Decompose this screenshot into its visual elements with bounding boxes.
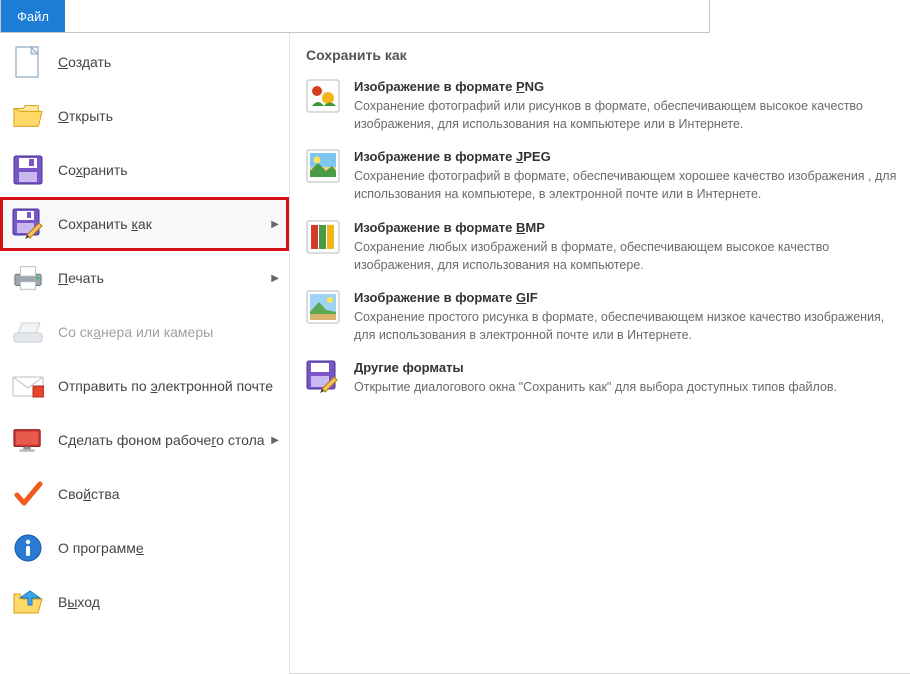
menu-about-label: О программе xyxy=(58,540,279,556)
desktop-wallpaper-icon xyxy=(12,424,44,456)
jpeg-picture-icon xyxy=(306,149,340,183)
menu-save-label: Сохранить xyxy=(58,162,279,178)
menu-new[interactable]: Создать xyxy=(0,35,289,89)
checkmark-icon xyxy=(12,478,44,510)
bmp-picture-icon xyxy=(306,220,340,254)
save-as-other-icon xyxy=(306,360,340,394)
scanner-icon xyxy=(12,316,44,348)
printer-icon xyxy=(12,262,44,294)
open-folder-icon xyxy=(12,100,44,132)
envelope-icon xyxy=(12,370,44,402)
menu-print-label: Печать xyxy=(58,270,265,286)
menu-open[interactable]: Открыть xyxy=(0,89,289,143)
save-as-floppy-pencil-icon xyxy=(12,208,44,240)
format-bmp[interactable]: Изображение в формате BMP Сохранение люб… xyxy=(306,216,898,286)
menu-properties[interactable]: Свойства xyxy=(0,467,289,521)
format-png-desc: Сохранение фотографий или рисунков в фор… xyxy=(354,97,898,133)
menu-save-as-label: Сохранить как xyxy=(58,216,265,232)
chevron-right-icon: ▶ xyxy=(271,273,279,284)
menu-wallpaper[interactable]: Сделать фоном рабочего стола ▶ xyxy=(0,413,289,467)
gif-picture-icon xyxy=(306,290,340,324)
chevron-right-icon: ▶ xyxy=(271,435,279,446)
menu-save[interactable]: Сохранить xyxy=(0,143,289,197)
png-picture-icon xyxy=(306,79,340,113)
format-gif-title: Изображение в формате GIF xyxy=(354,290,898,305)
format-gif-desc: Сохранение простого рисунка в формате, о… xyxy=(354,308,898,344)
format-png[interactable]: Изображение в формате PNG Сохранение фот… xyxy=(306,75,898,145)
menu-scanner: Со сканера или камеры xyxy=(0,305,289,359)
format-jpeg[interactable]: Изображение в формате JPEG Сохранение фо… xyxy=(306,145,898,215)
format-other[interactable]: Другие форматы Открытие диалогового окна… xyxy=(306,356,898,408)
menu-new-label: Создать xyxy=(58,54,279,70)
subpanel-title: Сохранить как xyxy=(306,47,898,63)
menu-open-label: Открыть xyxy=(58,108,279,124)
tab-file[interactable]: Файл xyxy=(1,0,65,32)
menu-wallpaper-label: Сделать фоном рабочего стола xyxy=(58,432,265,448)
menu-scanner-label: Со сканера или камеры xyxy=(58,324,279,340)
menu-exit-label: Выход xyxy=(58,594,279,610)
app-menu: Создать Открыть Сохранить xyxy=(0,33,910,674)
format-other-desc: Открытие диалогового окна "Сохранить как… xyxy=(354,378,898,396)
chevron-right-icon: ▶ xyxy=(271,219,279,230)
menu-print[interactable]: Печать ▶ xyxy=(0,251,289,305)
format-png-title: Изображение в формате PNG xyxy=(354,79,898,94)
save-floppy-icon xyxy=(12,154,44,186)
menu-about[interactable]: О программе xyxy=(0,521,289,575)
menu-send-email-label: Отправить по электронной почте xyxy=(58,378,279,394)
ribbon-top-bar: Файл xyxy=(0,0,710,33)
save-as-subpanel: Сохранить как Изображение в формате PNG … xyxy=(289,33,910,674)
menu-exit[interactable]: Выход xyxy=(0,575,289,629)
file-menu-left: Создать Открыть Сохранить xyxy=(0,33,290,674)
exit-icon xyxy=(12,586,44,618)
format-bmp-desc: Сохранение любых изображений в формате, … xyxy=(354,238,898,274)
new-document-icon xyxy=(12,46,44,78)
menu-send-email[interactable]: Отправить по электронной почте xyxy=(0,359,289,413)
format-bmp-title: Изображение в формате BMP xyxy=(354,220,898,235)
format-jpeg-desc: Сохранение фотографий в формате, обеспеч… xyxy=(354,167,898,203)
format-other-title: Другие форматы xyxy=(354,360,898,375)
format-jpeg-title: Изображение в формате JPEG xyxy=(354,149,898,164)
menu-properties-label: Свойства xyxy=(58,486,279,502)
info-icon xyxy=(12,532,44,564)
menu-save-as[interactable]: Сохранить как ▶ xyxy=(0,197,289,251)
format-gif[interactable]: Изображение в формате GIF Сохранение про… xyxy=(306,286,898,356)
